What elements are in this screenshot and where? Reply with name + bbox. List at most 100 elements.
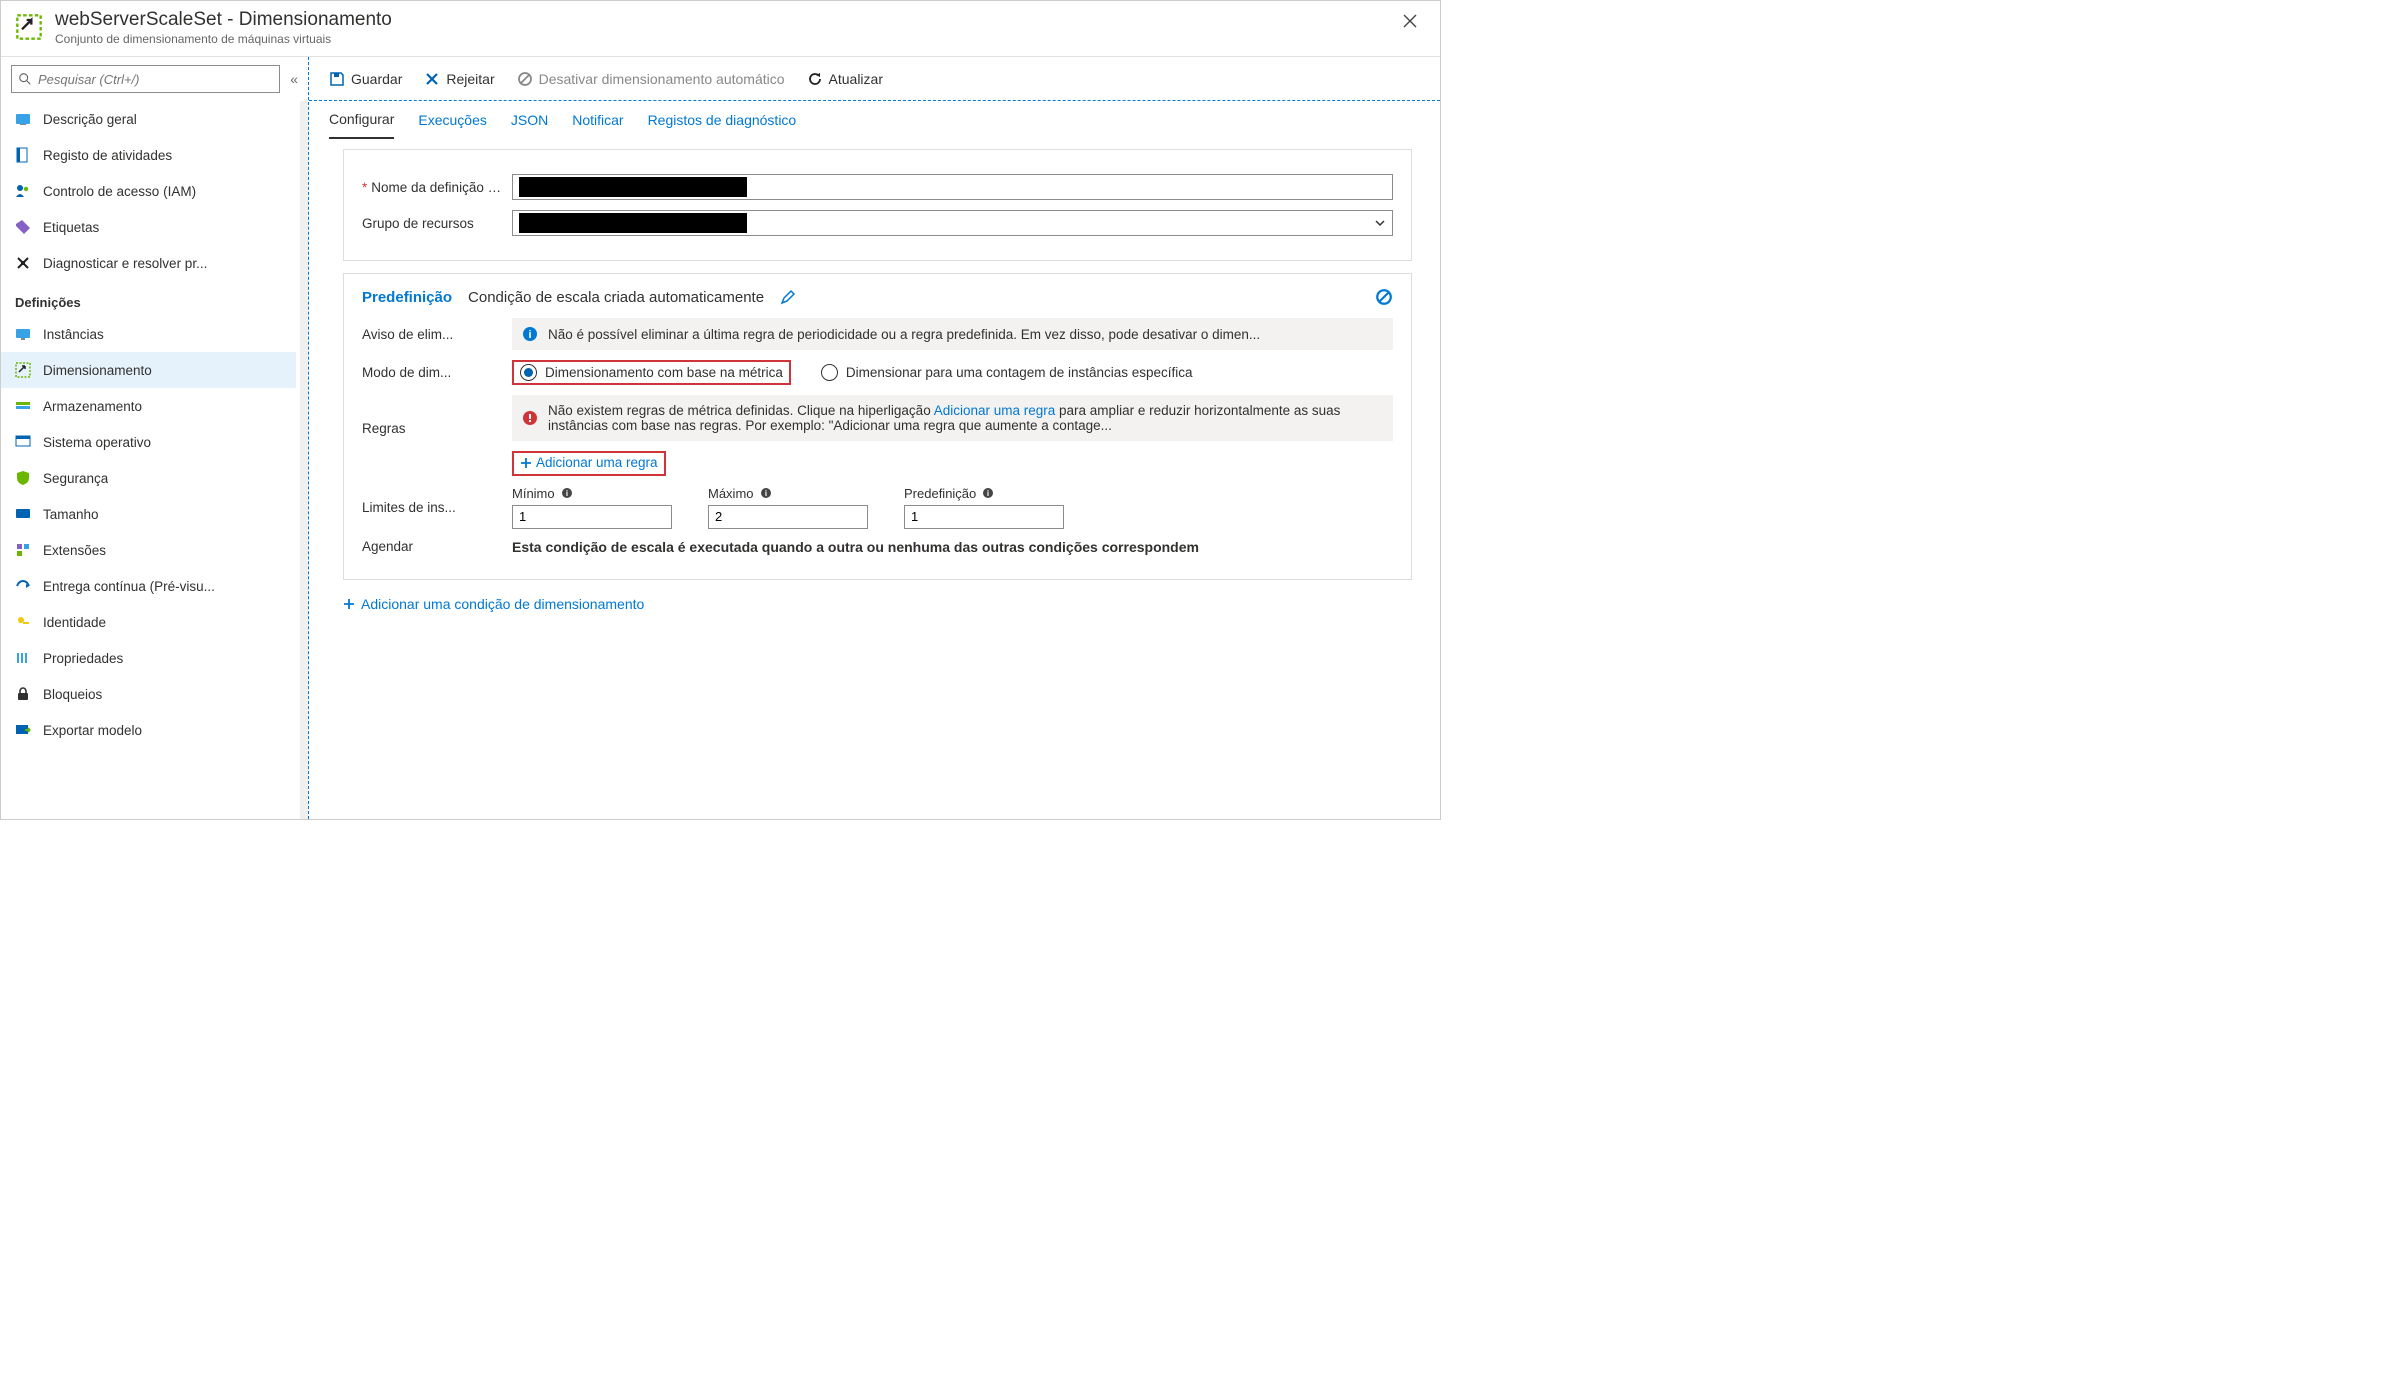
rules-label: Regras bbox=[362, 395, 502, 436]
close-button[interactable] bbox=[1394, 9, 1426, 33]
settings-panel: *Nome da definição de... Grupo de recurs… bbox=[343, 149, 1412, 261]
info-icon[interactable]: i bbox=[760, 487, 772, 499]
chevron-down-icon bbox=[1374, 217, 1386, 229]
min-label: Mínimoi bbox=[512, 486, 672, 501]
scale-mode-label: Modo de dim... bbox=[362, 365, 502, 380]
svg-text:i: i bbox=[987, 489, 989, 498]
refresh-button[interactable]: Atualizar bbox=[807, 71, 883, 87]
sidebar-item-security[interactable]: Segurança bbox=[1, 460, 296, 496]
iam-icon bbox=[15, 183, 31, 199]
overview-icon bbox=[15, 111, 31, 127]
default-condition-link[interactable]: Predefinição bbox=[362, 289, 452, 306]
tab-diagnostic[interactable]: Registos de diagnóstico bbox=[648, 101, 797, 139]
sidebar-item-size[interactable]: Tamanho bbox=[1, 496, 296, 532]
no-rules-banner: Não existem regras de métrica definidas.… bbox=[512, 395, 1393, 441]
sidebar-item-activity-log[interactable]: Registo de atividades bbox=[1, 137, 296, 173]
blade-subtitle: Conjunto de dimensionamento de máquinas … bbox=[55, 32, 1394, 46]
instance-limits-label: Limites de ins... bbox=[362, 500, 502, 515]
add-rule-link-inline[interactable]: Adicionar uma regra bbox=[934, 403, 1056, 418]
sidebar-scrollbar[interactable] bbox=[300, 101, 308, 819]
identity-icon bbox=[15, 614, 31, 630]
svg-text:i: i bbox=[528, 329, 531, 341]
sidebar-item-export[interactable]: Exportar modelo bbox=[1, 712, 296, 748]
plus-icon bbox=[520, 457, 532, 469]
tab-json[interactable]: JSON bbox=[511, 101, 548, 139]
default-label: Predefiniçãoi bbox=[904, 486, 1064, 501]
lock-icon bbox=[15, 686, 31, 702]
os-icon bbox=[15, 434, 31, 450]
delete-warning-label: Aviso de elim... bbox=[362, 327, 502, 342]
diagnose-icon bbox=[15, 255, 31, 271]
shield-icon bbox=[15, 470, 31, 486]
discard-button[interactable]: Rejeitar bbox=[424, 71, 494, 87]
activity-log-icon bbox=[15, 147, 31, 163]
warning-icon bbox=[522, 410, 538, 426]
definition-name-label: *Nome da definição de... bbox=[362, 180, 502, 195]
svg-text:i: i bbox=[566, 489, 568, 498]
info-icon[interactable]: i bbox=[982, 487, 994, 499]
radio-instance-count[interactable]: Dimensionar para uma contagem de instânc… bbox=[821, 364, 1193, 381]
add-scale-condition-link[interactable]: Adicionar uma condição de dimensionament… bbox=[343, 596, 1440, 612]
edit-condition-button[interactable] bbox=[780, 289, 796, 305]
sidebar: « Descrição geral Registo de atividades … bbox=[1, 57, 309, 819]
definition-name-input[interactable] bbox=[512, 174, 1393, 200]
disable-autoscale-button[interactable]: Desativar dimensionamento automático bbox=[517, 71, 785, 87]
cd-icon bbox=[15, 578, 31, 594]
blade-header: webServerScaleSet - Dimensionamento Conj… bbox=[1, 1, 1440, 57]
sidebar-item-properties[interactable]: Propriedades bbox=[1, 640, 296, 676]
properties-icon bbox=[15, 650, 31, 666]
scaling-icon bbox=[15, 362, 31, 378]
sidebar-item-scaling[interactable]: Dimensionamento bbox=[1, 352, 296, 388]
sidebar-item-iam[interactable]: Controlo de acesso (IAM) bbox=[1, 173, 296, 209]
sidebar-item-identity[interactable]: Identidade bbox=[1, 604, 296, 640]
blade-title: webServerScaleSet - Dimensionamento bbox=[55, 9, 1394, 31]
resource-group-label: Grupo de recursos bbox=[362, 216, 502, 231]
tags-icon bbox=[15, 219, 31, 235]
info-icon[interactable]: i bbox=[561, 487, 573, 499]
sidebar-item-cd[interactable]: Entrega contínua (Pré-visu... bbox=[1, 568, 296, 604]
svg-text:i: i bbox=[764, 489, 766, 498]
info-icon: i bbox=[522, 326, 538, 342]
sidebar-item-os[interactable]: Sistema operativo bbox=[1, 424, 296, 460]
radio-metric-scale[interactable]: Dimensionamento com base na métrica bbox=[520, 364, 783, 381]
storage-icon bbox=[15, 398, 31, 414]
sidebar-search[interactable] bbox=[11, 65, 280, 93]
condition-title: Condição de escala criada automaticament… bbox=[468, 289, 764, 306]
disable-condition-button[interactable] bbox=[1375, 288, 1393, 306]
redacted-value bbox=[519, 213, 747, 233]
add-rule-link[interactable]: Adicionar uma regra bbox=[520, 455, 658, 470]
schedule-label: Agendar bbox=[362, 539, 502, 554]
radio-selected-icon bbox=[520, 364, 537, 381]
min-instances-input[interactable] bbox=[512, 505, 672, 529]
sidebar-item-extensions[interactable]: Extensões bbox=[1, 532, 296, 568]
radio-unselected-icon bbox=[821, 364, 838, 381]
sidebar-item-tags[interactable]: Etiquetas bbox=[1, 209, 296, 245]
sidebar-search-input[interactable] bbox=[38, 72, 273, 87]
content-area: Guardar Rejeitar Desativar dimensionamen… bbox=[309, 57, 1440, 819]
export-icon bbox=[15, 722, 31, 738]
tab-notify[interactable]: Notificar bbox=[572, 101, 623, 139]
sidebar-item-diagnose[interactable]: Diagnosticar e resolver pr... bbox=[1, 245, 296, 281]
max-instances-input[interactable] bbox=[708, 505, 868, 529]
sidebar-item-storage[interactable]: Armazenamento bbox=[1, 388, 296, 424]
sidebar-item-instances[interactable]: Instâncias bbox=[1, 316, 296, 352]
tab-configure[interactable]: Configurar bbox=[329, 101, 394, 139]
command-bar: Guardar Rejeitar Desativar dimensionamen… bbox=[309, 57, 1440, 101]
save-button[interactable]: Guardar bbox=[329, 71, 402, 87]
tab-runs[interactable]: Execuções bbox=[418, 101, 486, 139]
size-icon bbox=[15, 506, 31, 522]
plus-icon bbox=[343, 598, 355, 610]
default-instances-input[interactable] bbox=[904, 505, 1064, 529]
delete-warning-banner: i Não é possível eliminar a última regra… bbox=[512, 318, 1393, 350]
sidebar-item-locks[interactable]: Bloqueios bbox=[1, 676, 296, 712]
sidebar-section-settings: Definições bbox=[1, 281, 296, 316]
search-icon bbox=[18, 72, 32, 86]
resource-icon bbox=[15, 13, 43, 41]
collapse-sidebar-button[interactable]: « bbox=[290, 71, 298, 87]
instances-icon bbox=[15, 326, 31, 342]
schedule-text: Esta condição de escala é executada quan… bbox=[512, 539, 1393, 555]
scale-condition-panel: Predefinição Condição de escala criada a… bbox=[343, 273, 1412, 580]
resource-group-dropdown[interactable] bbox=[512, 210, 1393, 236]
sidebar-item-overview[interactable]: Descrição geral bbox=[1, 101, 296, 137]
extensions-icon bbox=[15, 542, 31, 558]
